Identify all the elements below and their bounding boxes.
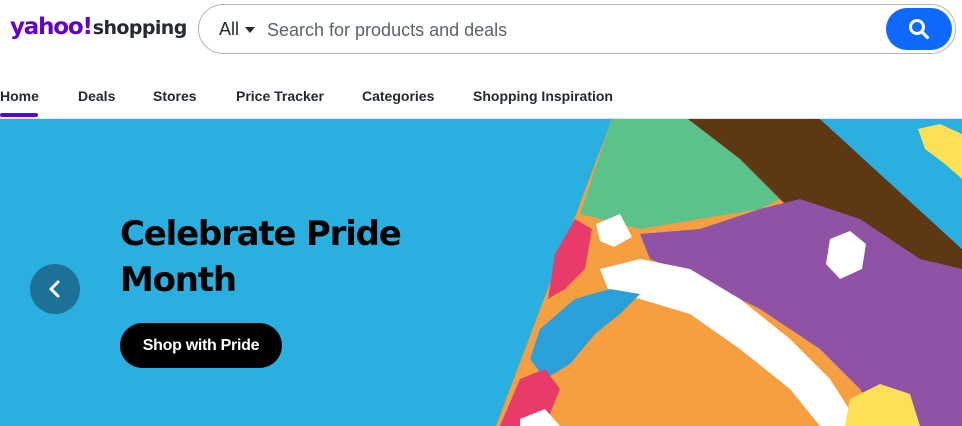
main-nav: Home Deals Stores Price Tracker Categori… bbox=[0, 62, 962, 118]
hero-title: Celebrate Pride Month bbox=[120, 211, 480, 303]
header: yahoo! shopping All bbox=[0, 0, 962, 62]
logo-yahoo-text: yahoo! bbox=[10, 14, 93, 40]
search-bar: All bbox=[198, 4, 956, 54]
nav-item-categories[interactable]: Categories bbox=[362, 88, 434, 104]
chevron-left-icon bbox=[49, 280, 60, 298]
shop-with-pride-button[interactable]: Shop with Pride bbox=[120, 323, 282, 368]
search-button[interactable] bbox=[886, 8, 952, 50]
carousel-prev-button[interactable] bbox=[30, 264, 80, 314]
nav-active-indicator bbox=[0, 113, 38, 117]
yahoo-shopping-logo[interactable]: yahoo! shopping bbox=[10, 14, 187, 44]
search-icon bbox=[909, 19, 930, 40]
hero-banner: Celebrate Pride Month Shop with Pride bbox=[0, 119, 962, 426]
search-category-select[interactable]: All bbox=[219, 19, 256, 40]
nav-item-price-tracker[interactable]: Price Tracker bbox=[236, 88, 324, 104]
search-category-label: All bbox=[219, 19, 240, 39]
logo-shopping-text: shopping bbox=[92, 17, 188, 39]
nav-item-home[interactable]: Home bbox=[0, 88, 39, 104]
nav-item-stores[interactable]: Stores bbox=[153, 88, 197, 104]
nav-item-shopping-inspiration[interactable]: Shopping Inspiration bbox=[473, 88, 613, 104]
caret-down-icon bbox=[245, 26, 256, 33]
nav-item-deals[interactable]: Deals bbox=[78, 88, 115, 104]
hero-title-line2: Month bbox=[120, 260, 237, 300]
hero-title-line1: Celebrate Pride bbox=[120, 214, 402, 254]
search-input[interactable] bbox=[267, 15, 867, 45]
